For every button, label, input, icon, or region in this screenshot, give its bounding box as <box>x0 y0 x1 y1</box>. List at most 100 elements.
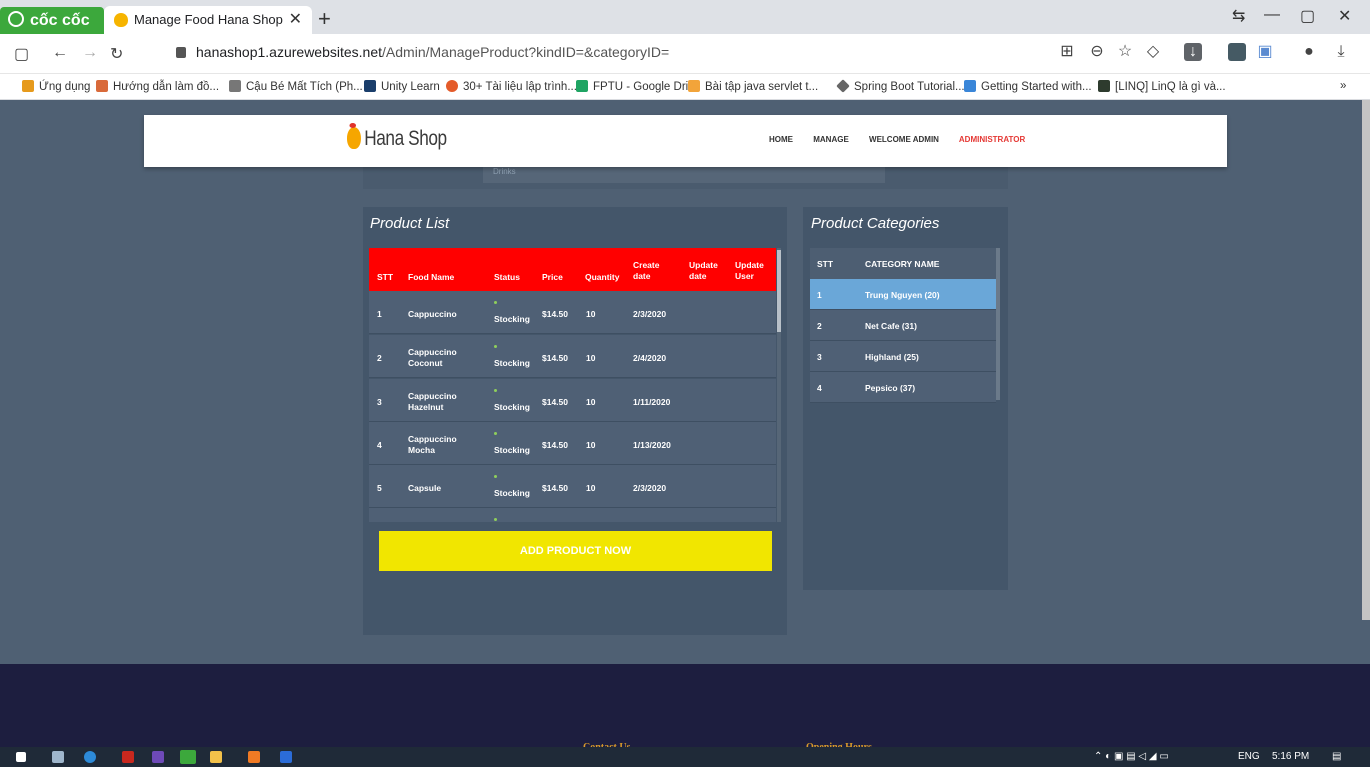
reload-button[interactable]: ↻ <box>110 44 123 64</box>
category-filter-select[interactable]: Drinks <box>483 167 885 183</box>
shield-icon[interactable]: ◇ <box>1144 43 1162 61</box>
file-explorer-icon[interactable] <box>210 751 222 763</box>
clock[interactable]: 5:16 PM <box>1272 751 1309 762</box>
col-status: Status <box>494 272 520 282</box>
tab-manage-food[interactable]: Manage Food Hana Shop ✕ <box>104 6 312 34</box>
product-table-scrollbar[interactable] <box>777 248 781 522</box>
cell-stt: 5 <box>377 483 382 493</box>
download-icon[interactable]: ↓ <box>1184 43 1202 61</box>
cell-create-date: 2/4/2020 <box>633 353 667 363</box>
category-row-selected[interactable]: 1 Trung Nguyen (20) <box>810 279 996 310</box>
table-row[interactable] <box>369 508 776 522</box>
app-icon[interactable] <box>122 751 134 763</box>
tray-icons[interactable]: ⌃ ◐ ▣ ▤ ◁ ◢ ▭ <box>1094 751 1169 762</box>
table-row[interactable]: 3 Cappuccino Hazelnut Stocking $14.50 10… <box>369 379 776 422</box>
col-quantity: Quantity <box>585 272 620 282</box>
category-row[interactable]: 2 Net Cafe (31) <box>810 310 996 341</box>
add-product-button[interactable]: ADD PRODUCT NOW <box>379 531 772 571</box>
cell-create-date: 2/3/2020 <box>633 309 667 319</box>
bookmark-label: 30+ Tài liệu lập trình... <box>463 81 577 93</box>
visual-studio-icon[interactable] <box>152 751 164 763</box>
status-dot-icon <box>494 389 497 392</box>
language-indicator[interactable]: ENG <box>1238 751 1260 762</box>
app-icon[interactable] <box>280 751 292 763</box>
product-list-title: Product List <box>370 215 450 232</box>
translate-icon[interactable]: ⊞ <box>1058 43 1076 61</box>
cell-price: $14.50 <box>542 440 568 450</box>
url-host: hanashop1.azurewebsites.net <box>196 44 383 60</box>
table-row[interactable]: 2 Cappuccino Coconut Stocking $14.50 10 … <box>369 335 776 378</box>
bookmark-apps[interactable]: Ứng dụng <box>22 80 90 93</box>
bookmark-star-icon[interactable]: ☆ <box>1116 43 1134 61</box>
category-table-header: STT CATEGORY NAME <box>810 248 996 279</box>
category-row[interactable]: 3 Highland (25) <box>810 341 996 372</box>
notification-icon[interactable]: ▤ <box>1332 751 1341 762</box>
extension-icon[interactable]: ▣ <box>1256 43 1274 61</box>
table-row[interactable]: 4 Cappuccino Mocha Stocking $14.50 10 1/… <box>369 422 776 465</box>
cell-status: Stocking <box>494 314 530 324</box>
bookmark-item[interactable]: Bài tập java servlet t... <box>688 80 818 93</box>
bookmark-label: Ứng dụng <box>39 81 91 93</box>
tab-search-icon[interactable]: ⇆ <box>1232 6 1245 26</box>
coccoc-taskbar-icon[interactable] <box>180 750 196 764</box>
cell-stt: 3 <box>817 352 822 362</box>
nav-welcome[interactable]: WELCOME ADMIN ADMINISTRATOR <box>869 135 1043 144</box>
bookmark-item[interactable]: Cậu Bé Mất Tích (Ph... <box>229 80 363 93</box>
bookmark-favicon-icon <box>229 80 241 92</box>
bookmark-item[interactable]: FPTU - Google Drive <box>576 80 700 93</box>
close-window-button[interactable]: ✕ <box>1338 6 1351 26</box>
bookmark-favicon-icon <box>96 80 108 92</box>
table-row[interactable]: 5 Capsule Stocking $14.50 10 2/3/2020 <box>369 465 776 508</box>
profile-icon[interactable]: ● <box>1300 43 1318 61</box>
scrollbar-thumb[interactable] <box>777 250 781 332</box>
zoom-icon[interactable]: ⊖ <box>1088 43 1106 61</box>
new-tab-button[interactable]: + <box>318 6 331 32</box>
maximize-button[interactable]: ▢ <box>1300 6 1315 26</box>
store-icon[interactable] <box>52 751 64 763</box>
selenium-extension-icon[interactable] <box>1228 43 1246 61</box>
apps-grid-icon <box>22 80 34 92</box>
cell-stt: 4 <box>377 440 382 450</box>
bookmark-item[interactable]: Spring Boot Tutorial... <box>836 79 965 93</box>
status-dot-icon <box>494 301 497 304</box>
cell-food-name: Capsule <box>408 483 442 493</box>
browser-tab-bar: cốc cốc Manage Food Hana Shop ✕ + ⇆ — ▢ … <box>0 0 1370 34</box>
table-row[interactable]: 1 Cappuccino Stocking $14.50 10 2/3/2020 <box>369 291 776 334</box>
url-input[interactable]: hanashop1.azurewebsites.net/Admin/Manage… <box>176 44 669 60</box>
back-button[interactable]: ← <box>52 44 68 62</box>
bookmark-item[interactable]: Hướng dẫn làm đồ... <box>96 80 219 93</box>
sidebar-toggle-icon[interactable]: ▢ <box>14 44 29 64</box>
app-icon[interactable] <box>248 751 260 763</box>
coccoc-brand-button[interactable]: cốc cốc <box>0 7 104 34</box>
bookmark-item[interactable]: [LINQ] LinQ là gì và... <box>1098 80 1226 93</box>
cell-status: Stocking <box>494 402 530 412</box>
site-logo-text: Hana Shop <box>364 127 447 150</box>
status-dot-icon <box>494 475 497 478</box>
bookmarks-overflow[interactable]: » <box>1340 80 1346 92</box>
bookmarks-bar: Ứng dụng Hướng dẫn làm đồ... Cậu Bé Mất … <box>0 74 1370 100</box>
cell-food-name: Cappuccino Hazelnut <box>408 391 457 412</box>
cell-stt: 2 <box>817 321 822 331</box>
forward-button[interactable]: → <box>82 44 98 62</box>
bookmark-item[interactable]: 30+ Tài liệu lập trình... <box>446 80 577 93</box>
nav-home[interactable]: HOME <box>769 135 793 144</box>
windows-start-icon[interactable] <box>16 752 26 762</box>
bookmark-item[interactable]: Getting Started with... <box>964 80 1092 93</box>
nav-manage[interactable]: MANAGE <box>813 135 849 144</box>
cell-create-date: 2/3/2020 <box>633 483 667 493</box>
category-table: STT CATEGORY NAME 1 Trung Nguyen (20) 2 … <box>810 248 996 403</box>
minimize-button[interactable]: — <box>1264 6 1280 24</box>
address-bar: ▢ ← → ↻ hanashop1.azurewebsites.net/Admi… <box>0 34 1370 74</box>
onion-favicon-icon <box>114 13 128 27</box>
page-scrollbar[interactable] <box>1362 100 1370 620</box>
cell-status: Stocking <box>494 445 530 455</box>
category-row[interactable]: 4 Pepsico (37) <box>810 372 996 403</box>
cell-food-name: Cappuccino <box>408 309 457 319</box>
tab-close-icon[interactable]: ✕ <box>289 6 302 34</box>
downloads-bar-icon[interactable]: ⤓ <box>1332 43 1350 61</box>
site-logo[interactable]: Hana Shop <box>347 123 447 151</box>
edge-icon[interactable] <box>84 751 96 763</box>
category-table-scrollbar[interactable] <box>996 248 1000 400</box>
cell-quantity: 10 <box>586 397 596 407</box>
bookmark-item[interactable]: Unity Learn <box>364 80 440 93</box>
